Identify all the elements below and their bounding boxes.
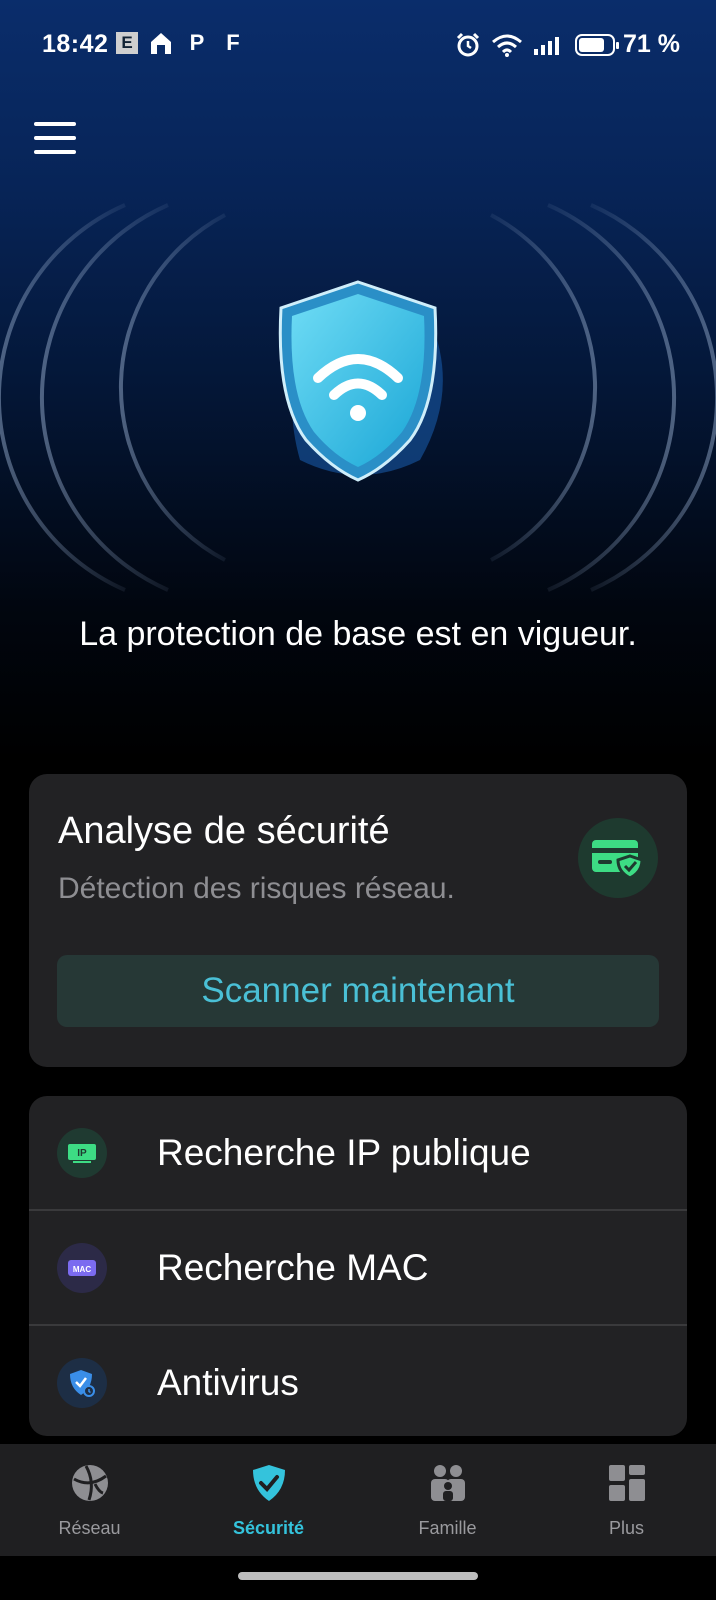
status-time: 18:42 bbox=[42, 30, 109, 58]
nav-tab-famille[interactable]: Famille bbox=[358, 1444, 537, 1556]
signal-arc-right-mid bbox=[547, 203, 676, 592]
nav-tab-plus[interactable]: Plus bbox=[537, 1444, 716, 1556]
family-icon bbox=[431, 1465, 465, 1501]
tool-row-public-ip[interactable]: IP Recherche IP publique bbox=[29, 1096, 687, 1209]
news-app-icon: E bbox=[116, 32, 138, 54]
nav-label: Sécurité bbox=[232, 1518, 305, 1538]
tools-list: IP Recherche IP publique MAC Recherche M… bbox=[29, 1096, 687, 1436]
antivirus-shield-icon bbox=[57, 1358, 107, 1408]
svg-text:IP: IP bbox=[77, 1148, 87, 1159]
signal-arc-right-inner bbox=[490, 213, 597, 562]
alarm-icon bbox=[456, 32, 480, 56]
home-app-icon bbox=[148, 30, 174, 56]
tool-row-antivirus[interactable]: Antivirus bbox=[29, 1326, 687, 1436]
ip-icon: IP bbox=[57, 1128, 107, 1178]
signal-arc-right-outer bbox=[590, 203, 716, 592]
home-indicator[interactable] bbox=[238, 1572, 478, 1580]
protection-status-title: La protection de base est en vigueur. bbox=[79, 615, 637, 653]
secure-card-icon bbox=[592, 840, 644, 880]
scan-card-title: Analyse de sécurité bbox=[58, 810, 390, 852]
svg-text:MAC: MAC bbox=[73, 1265, 91, 1274]
nav-label: Plus bbox=[608, 1518, 644, 1538]
nav-label: Réseau bbox=[58, 1518, 121, 1538]
bottom-navigation: Réseau Sécurité Famille Plus bbox=[0, 1444, 716, 1556]
signal-arc-left-outer bbox=[0, 203, 126, 592]
nav-tab-reseau[interactable]: Réseau bbox=[0, 1444, 179, 1556]
tool-label: Recherche MAC bbox=[157, 1247, 429, 1288]
shield-wifi-illustration bbox=[0, 203, 716, 592]
status-bar: 18:42 E P F 71 % bbox=[0, 0, 716, 90]
battery-icon bbox=[575, 33, 620, 56]
scan-card-subtitle: Détection des risques réseau. bbox=[58, 872, 455, 905]
signal-icon bbox=[534, 36, 560, 55]
shield-check-icon bbox=[253, 1465, 285, 1501]
tool-row-mac[interactable]: MAC Recherche MAC bbox=[29, 1211, 687, 1324]
wifi-icon bbox=[492, 34, 522, 57]
signal-arc-left-mid bbox=[40, 203, 169, 592]
nav-tab-securite[interactable]: Sécurité bbox=[179, 1444, 358, 1556]
notification-icons: E P F bbox=[116, 30, 246, 56]
parking-app-icon: P bbox=[189, 30, 205, 55]
battery-percent: 71 % bbox=[623, 30, 680, 58]
scan-now-button[interactable]: Scanner maintenant bbox=[57, 955, 659, 1027]
tool-label: Recherche IP publique bbox=[157, 1132, 531, 1173]
menu-icon[interactable] bbox=[34, 122, 76, 156]
signal-arc-left-inner bbox=[119, 213, 226, 562]
nav-label: Famille bbox=[418, 1518, 477, 1538]
security-scan-card: Analyse de sécurité Détection des risque… bbox=[29, 774, 687, 1067]
battery-indicator: 71 % bbox=[575, 30, 680, 59]
system-icons: 71 % bbox=[455, 30, 680, 59]
globe-icon bbox=[72, 1465, 108, 1501]
mac-icon: MAC bbox=[57, 1243, 107, 1293]
scan-card-icon bbox=[578, 818, 658, 898]
figaro-app-icon: F bbox=[226, 30, 240, 55]
grid-icon bbox=[609, 1465, 645, 1501]
tool-label: Antivirus bbox=[157, 1362, 299, 1403]
